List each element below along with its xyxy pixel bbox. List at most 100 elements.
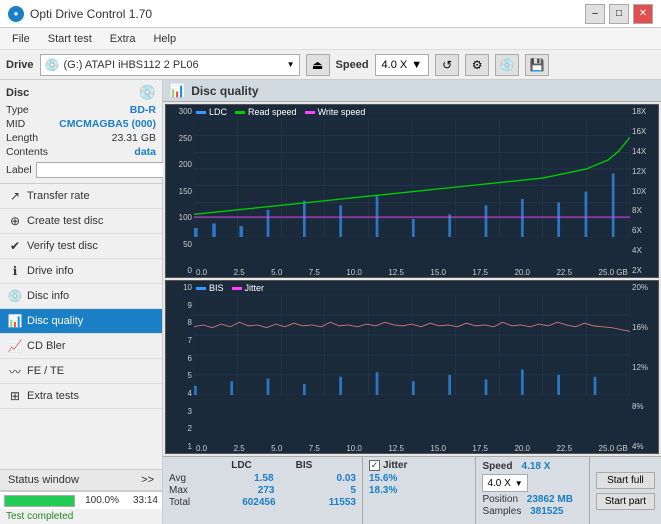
sidebar-item-transfer-rate[interactable]: ↗ Transfer rate xyxy=(0,184,162,209)
close-button[interactable]: ✕ xyxy=(633,4,653,24)
jitter-avg-row: 15.6% xyxy=(369,473,469,484)
verify-test-disc-icon: ✔ xyxy=(8,239,22,253)
minimize-button[interactable]: – xyxy=(585,4,605,24)
nav-label-cd-bler: CD Bler xyxy=(27,340,66,352)
chart2-y-right: 20% 16% 12% 8% 4% xyxy=(630,281,658,453)
disc-header: Disc 💿 xyxy=(6,84,156,101)
speed-arrow-icon: ▼ xyxy=(411,59,422,71)
progress-percent: 100.0% xyxy=(79,495,119,506)
disc-type-row: Type BD-R xyxy=(6,104,156,116)
sidebar-item-create-test-disc[interactable]: ⊕ Create test disc xyxy=(0,209,162,234)
stats-ldc-bis-col: LDC BIS Avg 1.58 0.03 Max 273 5 Total 60… xyxy=(163,457,363,524)
menu-start-test[interactable]: Start test xyxy=(40,31,100,47)
titlebar-controls: – □ ✕ xyxy=(585,4,653,24)
cd-bler-icon: 📈 xyxy=(8,339,22,353)
chart2-legend: BIS Jitter xyxy=(196,283,264,293)
nav-label-drive-info: Drive info xyxy=(27,265,73,277)
speed-stats-selector[interactable]: 4.0 X ▼ xyxy=(482,474,527,492)
sidebar-item-cd-bler[interactable]: 📈 CD Bler xyxy=(0,334,162,359)
sidebar-item-disc-quality[interactable]: 📊 Disc quality xyxy=(0,309,162,334)
drive-value: (G:) ATAPI iHBS112 2 PL06 xyxy=(63,59,198,71)
disc-info-button[interactable]: 💿 xyxy=(495,54,519,76)
legend-jitter-color xyxy=(232,287,242,290)
stats-speed-col: Speed 4.18 X 4.0 X ▼ Position 23862 MB S… xyxy=(476,457,589,524)
nav-label-create-test-disc: Create test disc xyxy=(27,215,103,227)
chart1-svg xyxy=(194,119,630,237)
save-button[interactable]: 💾 xyxy=(525,54,549,76)
menubar: File Start test Extra Help xyxy=(0,28,661,50)
drivebar: Drive 💿 (G:) ATAPI iHBS112 2 PL06 ▼ ⏏ Sp… xyxy=(0,50,661,80)
drive-label: Drive xyxy=(6,59,34,71)
disc-type-label: Type xyxy=(6,104,29,116)
max-ldc: 273 xyxy=(229,485,274,496)
disc-contents-row: Contents data xyxy=(6,146,156,158)
legend-write-speed: Write speed xyxy=(305,107,366,117)
drive-arrow-icon: ▼ xyxy=(287,60,295,69)
dq-header: 📊 Disc quality xyxy=(163,80,661,102)
eject-button[interactable]: ⏏ xyxy=(306,54,330,76)
total-ldc: 602456 xyxy=(231,497,276,508)
disc-type-value: BD-R xyxy=(130,104,156,116)
sidebar-item-extra-tests[interactable]: ⊞ Extra tests xyxy=(0,384,162,409)
dq-icon: 📊 xyxy=(169,83,185,99)
status-bar: Status window >> 100.0% 33:14 Test compl… xyxy=(0,469,162,524)
nav-label-disc-quality: Disc quality xyxy=(27,315,83,327)
legend-ldc-label: LDC xyxy=(209,107,227,117)
app-title: Opti Drive Control 1.70 xyxy=(30,7,152,21)
legend-read-label: Read speed xyxy=(248,107,297,117)
chart-bis: BIS Jitter 10 9 8 7 6 5 4 3 xyxy=(165,280,659,454)
position-row: Position 23862 MB xyxy=(482,494,582,505)
speed-label: Speed xyxy=(336,59,369,71)
refresh-button[interactable]: ↺ xyxy=(435,54,459,76)
content-area: 📊 Disc quality LDC Read speed xyxy=(163,80,661,524)
disc-length-row: Length 23.31 GB xyxy=(6,132,156,144)
start-buttons-col: Start full Start part xyxy=(590,457,661,524)
max-jitter: 18.3% xyxy=(369,485,397,496)
sidebar-item-disc-info[interactable]: 💿 Disc info xyxy=(0,284,162,309)
samples-value: 381525 xyxy=(530,506,563,517)
fe-te-icon: 〰 xyxy=(8,364,22,378)
extra-tests-icon: ⊞ xyxy=(8,389,22,403)
titlebar-left: Opti Drive Control 1.70 xyxy=(8,6,152,22)
bis-col-header: BIS xyxy=(284,460,324,471)
start-full-button[interactable]: Start full xyxy=(596,472,655,489)
samples-row: Samples 381525 xyxy=(482,506,582,517)
disc-mid-value: CMCMAGBA5 (000) xyxy=(59,118,156,130)
menu-extra[interactable]: Extra xyxy=(102,31,144,47)
legend-jitter-label: Jitter xyxy=(245,283,265,293)
disc-mid-label: MID xyxy=(6,118,25,130)
status-window-button[interactable]: Status window >> xyxy=(0,470,162,491)
menu-file[interactable]: File xyxy=(4,31,38,47)
chart1-y-right: 18X 16X 14X 12X 10X 8X 6X 4X 2X xyxy=(630,105,658,277)
start-part-button[interactable]: Start part xyxy=(596,493,655,510)
legend-bis: BIS xyxy=(196,283,224,293)
disc-mid-row: MID CMCMAGBA5 (000) xyxy=(6,118,156,130)
speed-selector[interactable]: 4.0 X ▼ xyxy=(375,54,430,76)
menu-help[interactable]: Help xyxy=(145,31,184,47)
drive-info-icon: ℹ xyxy=(8,264,22,278)
jitter-col-header: Jitter xyxy=(383,460,407,471)
disc-length-value: 23.31 GB xyxy=(112,132,156,144)
ldc-col-header: LDC xyxy=(219,460,264,471)
jitter-max-row: 18.3% xyxy=(369,485,469,496)
nav-label-verify-test-disc: Verify test disc xyxy=(27,240,98,252)
sidebar-item-drive-info[interactable]: ℹ Drive info xyxy=(0,259,162,284)
speed-stats-select-value: 4.0 X xyxy=(487,478,510,489)
sidebar-item-fe-te[interactable]: 〰 FE / TE xyxy=(0,359,162,384)
nav-label-fe-te: FE / TE xyxy=(27,365,64,377)
drive-selector[interactable]: 💿 (G:) ATAPI iHBS112 2 PL06 ▼ xyxy=(40,54,300,76)
speed-stats-arrow-icon: ▼ xyxy=(515,479,523,488)
avg-jitter: 15.6% xyxy=(369,473,397,484)
disc-panel-title: Disc xyxy=(6,87,29,99)
chart1-y-left: 300 250 200 150 100 50 0 xyxy=(166,105,194,277)
sidebar-item-verify-test-disc[interactable]: ✔ Verify test disc xyxy=(0,234,162,259)
settings-button[interactable]: ⚙ xyxy=(465,54,489,76)
jitter-checkbox[interactable]: ✓ xyxy=(369,460,380,471)
status-window-label: Status window xyxy=(8,474,79,486)
disc-quality-icon: 📊 xyxy=(8,314,22,328)
legend-ldc: LDC xyxy=(196,107,227,117)
chart1-x-axis: 0.0 2.5 5.0 7.5 10.0 12.5 15.0 17.5 20.0… xyxy=(194,268,630,277)
titlebar: Opti Drive Control 1.70 – □ ✕ xyxy=(0,0,661,28)
disc-label-input[interactable] xyxy=(36,162,174,178)
maximize-button[interactable]: □ xyxy=(609,4,629,24)
